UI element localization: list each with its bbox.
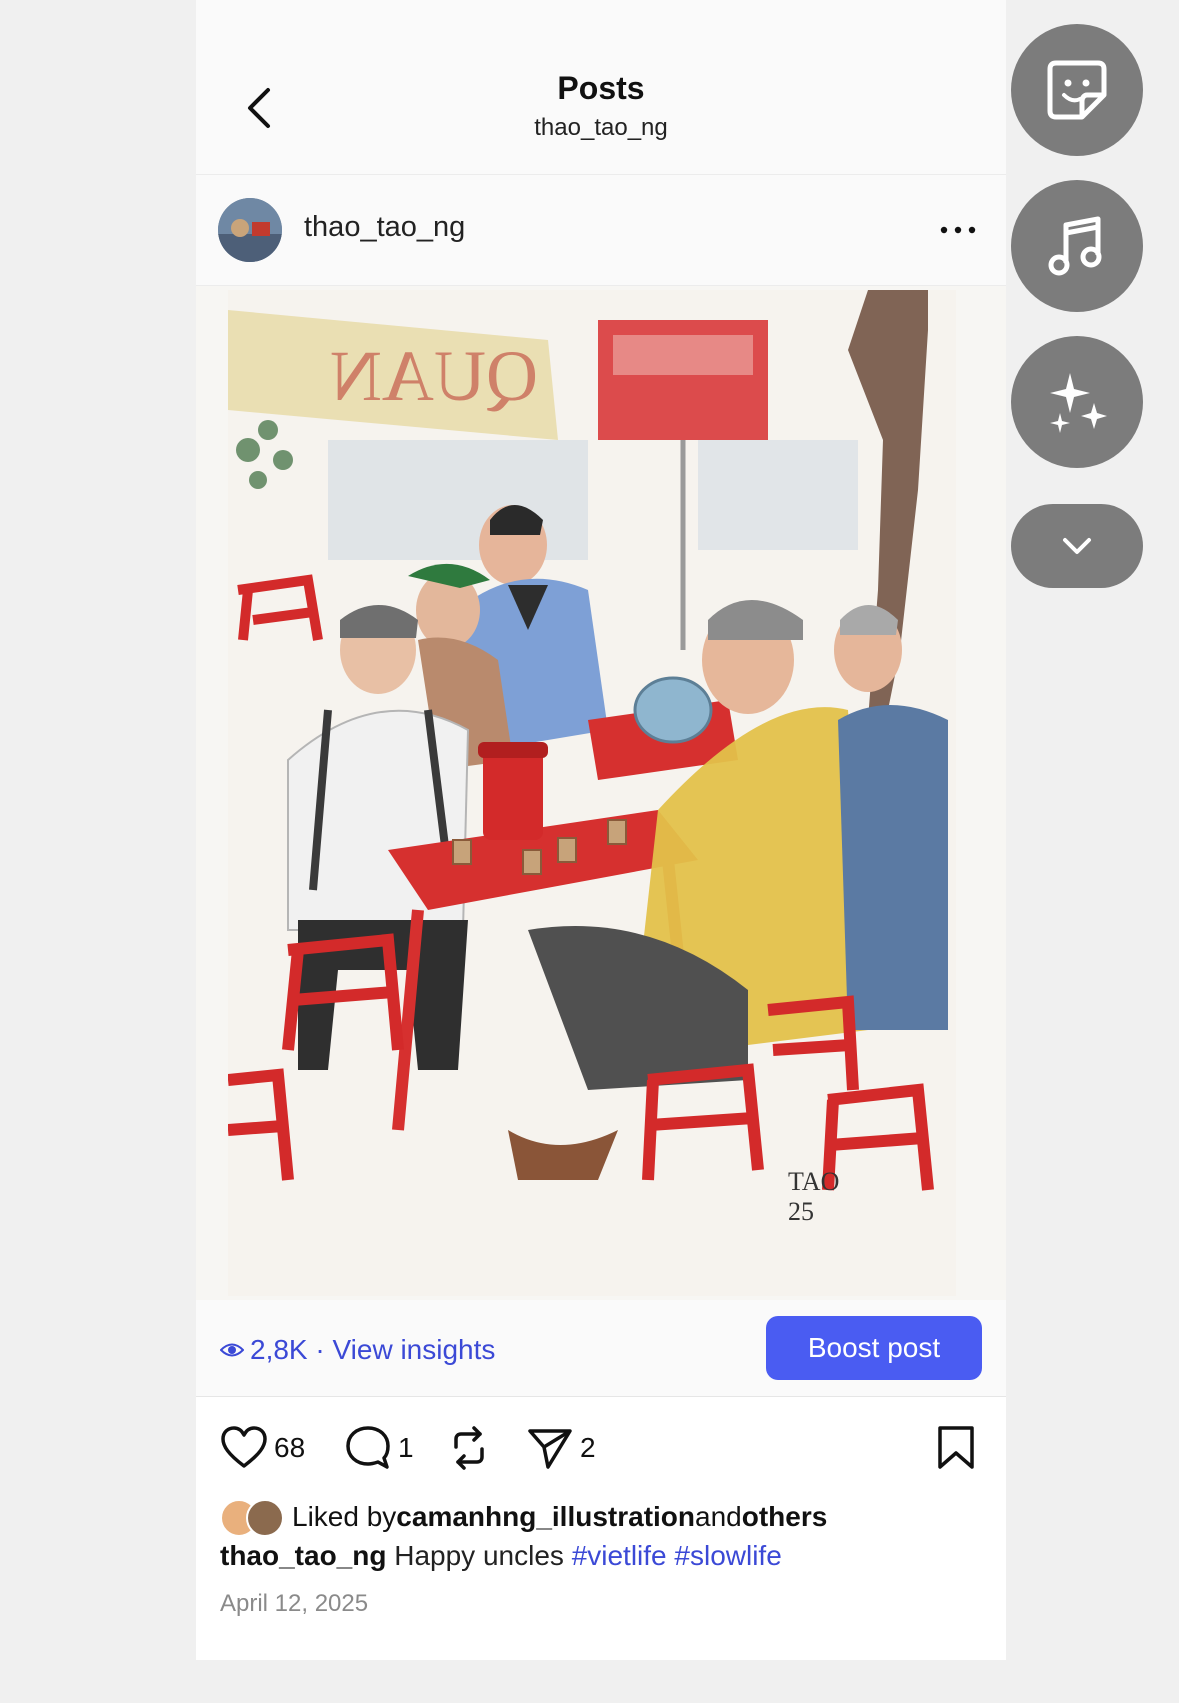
post-author-row: thao_tao_ng xyxy=(196,175,1006,286)
post-media: QUAN TAO 25 xyxy=(196,286,1006,1300)
send-icon xyxy=(528,1429,572,1469)
more-icon xyxy=(940,226,976,234)
sticker-icon xyxy=(1047,60,1107,120)
liked-user[interactable]: camanhng_illustration xyxy=(396,1501,695,1533)
post-caption: thao_tao_ng Happy uncles #vietlife #slow… xyxy=(220,1540,782,1572)
author-username[interactable]: thao_tao_ng xyxy=(304,211,465,244)
insights-bar: 2,8K · View insights Boost post xyxy=(196,1300,1006,1397)
more-options-button[interactable] xyxy=(938,215,978,245)
comments-count: 1 xyxy=(398,1432,414,1463)
liker-avatars xyxy=(220,1497,286,1537)
liked-by-line[interactable]: Liked by camanhng_illustration and other… xyxy=(220,1497,827,1537)
svg-text:TAO: TAO xyxy=(788,1167,839,1196)
share-button[interactable]: 2 xyxy=(526,1420,596,1476)
liked-others[interactable]: others xyxy=(742,1501,828,1533)
avatar xyxy=(246,1499,284,1537)
view-insights-link[interactable]: 2,8K · View insights xyxy=(220,1334,495,1366)
comment-icon xyxy=(346,1426,390,1469)
save-button[interactable] xyxy=(936,1420,976,1476)
post-image[interactable]: QUAN TAO 25 xyxy=(228,290,956,1296)
shares-count: 2 xyxy=(580,1432,596,1463)
svg-text:QUAN: QUAN xyxy=(330,336,538,416)
caption-text: Happy uncles xyxy=(386,1540,572,1571)
page-title: Posts xyxy=(557,70,645,106)
post-date: April 12, 2025 xyxy=(220,1590,369,1617)
page-header: Posts thao_tao_ng xyxy=(196,0,1006,175)
hashtag-vietlife[interactable]: #vietlife xyxy=(572,1540,667,1571)
chevron-down-icon xyxy=(1063,538,1091,554)
liked-mid: and xyxy=(695,1501,742,1532)
avatar[interactable] xyxy=(218,198,282,262)
caption-username[interactable]: thao_tao_ng xyxy=(220,1540,386,1571)
music-button[interactable] xyxy=(1011,180,1143,312)
boost-post-button[interactable]: Boost post xyxy=(766,1316,982,1380)
sticker-button[interactable] xyxy=(1011,24,1143,156)
effects-button[interactable] xyxy=(1011,336,1143,468)
page-subtitle: thao_tao_ng xyxy=(534,114,668,141)
heart-icon xyxy=(221,1426,267,1468)
liked-prefix: Liked by xyxy=(292,1501,397,1532)
comment-button[interactable]: 1 xyxy=(344,1420,414,1476)
expand-button[interactable] xyxy=(1011,504,1143,588)
repost-icon xyxy=(454,1426,484,1470)
hashtag-slowlife[interactable]: #slowlife xyxy=(674,1540,781,1571)
views-count: 2,8K · View insights xyxy=(250,1334,496,1365)
post-actions: 68 1 2 xyxy=(196,1420,1006,1480)
like-button[interactable]: 68 xyxy=(220,1420,305,1476)
repost-button[interactable] xyxy=(446,1420,492,1476)
bookmark-icon xyxy=(938,1426,974,1469)
music-note-icon xyxy=(1048,216,1102,276)
svg-text:25: 25 xyxy=(788,1197,814,1226)
eye-icon xyxy=(220,1343,244,1357)
sparkles-icon xyxy=(1050,373,1107,433)
likes-count: 68 xyxy=(274,1432,306,1463)
